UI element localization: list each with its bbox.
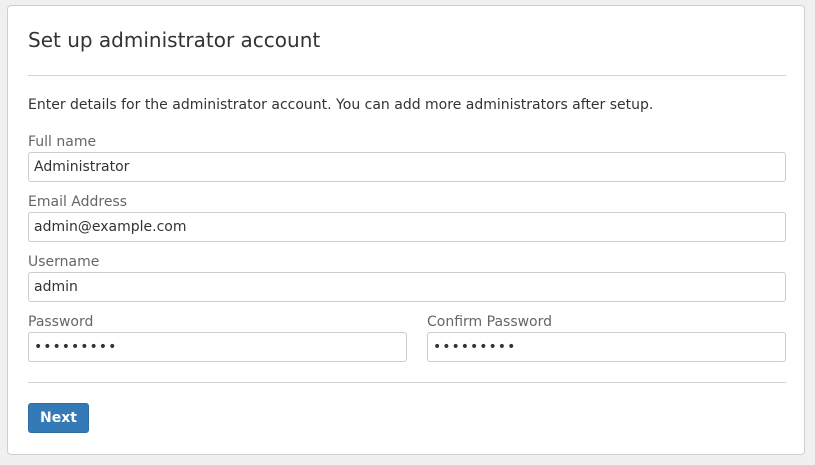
- password-input[interactable]: [28, 332, 407, 362]
- username-input[interactable]: [28, 272, 786, 302]
- email-input[interactable]: [28, 212, 786, 242]
- title-divider: [28, 75, 786, 76]
- setup-panel: Set up administrator account Enter detai…: [7, 5, 805, 455]
- page-title: Set up administrator account: [28, 28, 321, 52]
- footer-divider: [28, 382, 786, 383]
- confirm-password-input[interactable]: [427, 332, 786, 362]
- password-label: Password: [28, 314, 94, 330]
- intro-text: Enter details for the administrator acco…: [28, 97, 654, 113]
- full-name-input[interactable]: [28, 152, 786, 182]
- email-label: Email Address: [28, 194, 128, 210]
- confirm-password-label: Confirm Password: [427, 314, 553, 330]
- next-button[interactable]: Next: [28, 403, 89, 433]
- full-name-label: Full name: [28, 134, 97, 150]
- username-label: Username: [28, 254, 100, 270]
